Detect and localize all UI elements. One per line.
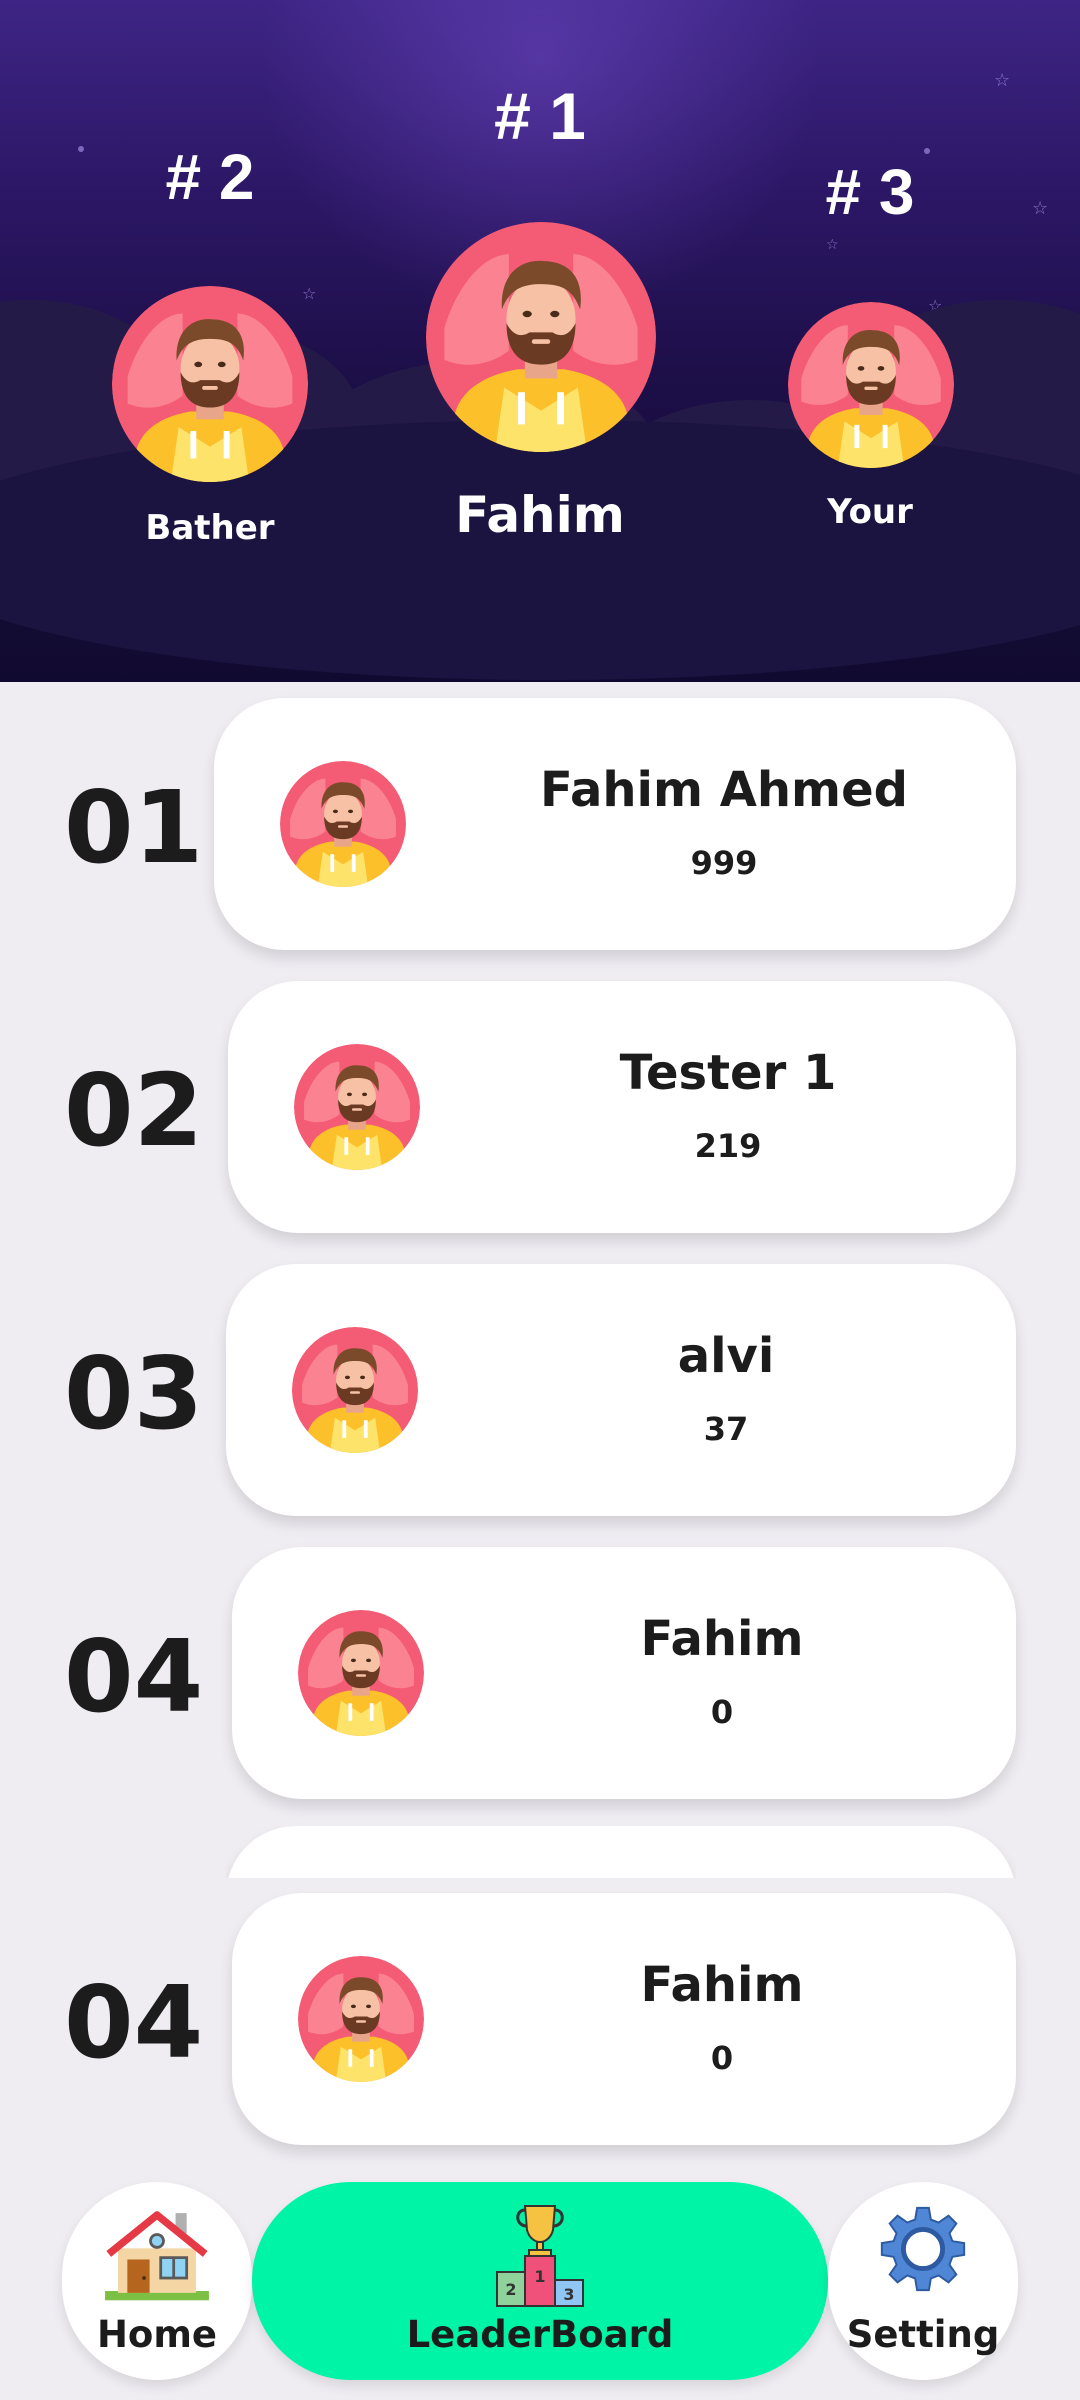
leaderboard-row[interactable]: Fahim 0 <box>232 1893 1016 2145</box>
first-place-name: Fahim <box>455 486 625 544</box>
row-position: 04 <box>64 1964 204 2081</box>
row-avatar <box>292 1327 418 1453</box>
first-place-avatar[interactable] <box>426 222 656 452</box>
row-position: 03 <box>64 1335 204 1452</box>
second-place-name: Bather <box>145 508 275 548</box>
star-dot <box>78 146 84 152</box>
partial-row-clip <box>226 1826 1016 1878</box>
star-icon: ☆ <box>1032 198 1049 219</box>
nav-leaderboard-button[interactable]: 1 2 3 LeaderBoard <box>252 2182 828 2380</box>
svg-text:2: 2 <box>505 2280 516 2299</box>
leaderboard-row[interactable]: Tester 1 219 <box>228 981 1016 1233</box>
row-avatar <box>294 1044 420 1170</box>
row-score: 0 <box>710 2039 734 2077</box>
svg-text:1: 1 <box>534 2267 545 2286</box>
rank-3-label: # 3 <box>825 156 915 228</box>
podium-header: ☆ ☆ ☆ ☆ ☆ # 2 Bather # 1 Fahim # 3 Your <box>0 0 1080 682</box>
row-position: 04 <box>64 1618 204 1735</box>
third-place-name: Your <box>827 492 913 532</box>
row-avatar <box>298 1610 424 1736</box>
nav-home-button[interactable]: Home <box>62 2182 252 2380</box>
star-icon: ☆ <box>302 284 317 303</box>
nav-setting-button[interactable]: Setting <box>828 2182 1018 2380</box>
leaderboard-row[interactable]: alvi 37 <box>226 1264 1016 1516</box>
svg-text:3: 3 <box>563 2285 574 2304</box>
leaderboard-row[interactable]: Fahim Ahmed 999 <box>214 698 1016 950</box>
row-position: 02 <box>64 1052 204 1169</box>
row-avatar <box>298 1956 424 2082</box>
gear-icon <box>880 2206 966 2292</box>
nav-leaderboard-label: LeaderBoard <box>406 2313 674 2356</box>
row-avatar <box>280 761 406 887</box>
row-score: 37 <box>703 1410 749 1448</box>
row-score: 219 <box>694 1127 762 1165</box>
trophy-podium-icon: 1 2 3 <box>496 2205 584 2307</box>
star-icon: ☆ <box>826 237 839 253</box>
row-name: alvi <box>677 1328 775 1384</box>
star-icon: ☆ <box>994 70 1011 91</box>
rank-1-label: # 1 <box>494 79 586 153</box>
third-place-avatar[interactable] <box>788 302 954 468</box>
row-name: Fahim Ahmed <box>540 762 908 818</box>
leaderboard-row[interactable]: Fahim 0 <box>232 1547 1016 1799</box>
leaderboard-row-partial[interactable] <box>226 1826 1016 1878</box>
second-place-avatar[interactable] <box>112 286 308 482</box>
row-position: 01 <box>64 769 204 886</box>
nav-home-label: Home <box>96 2313 218 2356</box>
row-score: 999 <box>690 844 758 882</box>
rank-2-label: # 2 <box>165 141 255 213</box>
row-name: Fahim <box>640 1611 804 1667</box>
star-dot <box>924 148 930 154</box>
row-score: 0 <box>710 1693 734 1731</box>
row-name: Fahim <box>640 1957 804 2013</box>
row-name: Tester 1 <box>619 1045 837 1101</box>
house-icon <box>105 2211 209 2301</box>
nav-setting-label: Setting <box>846 2313 1000 2356</box>
